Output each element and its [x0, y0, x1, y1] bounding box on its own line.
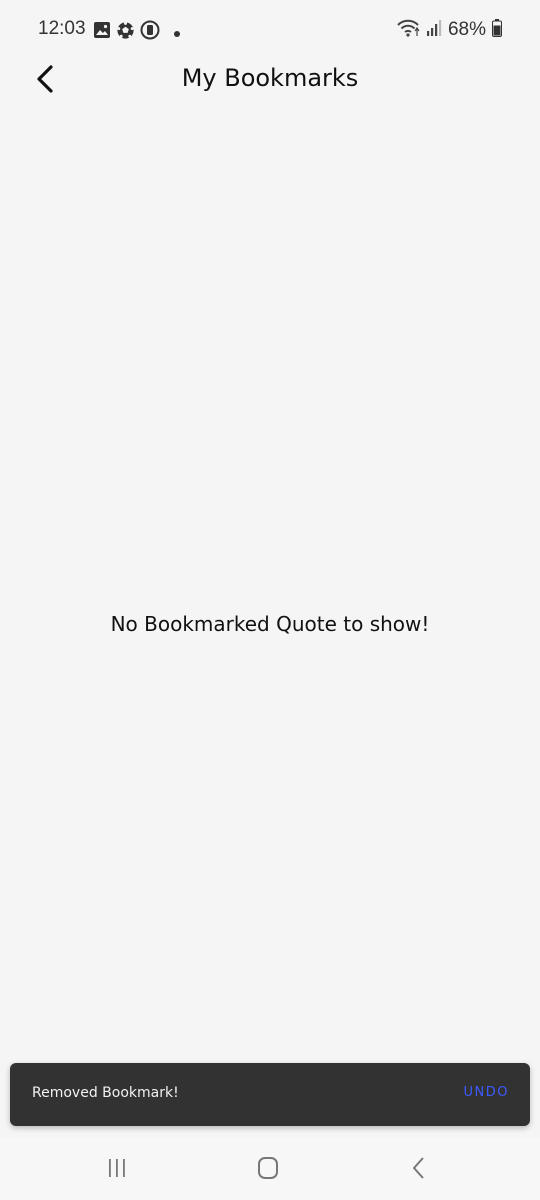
- status-icons-right: 68%: [396, 18, 502, 42]
- home-button[interactable]: [253, 1156, 283, 1184]
- record-icon: [140, 20, 160, 44]
- system-back-button[interactable]: [404, 1156, 434, 1184]
- recent-apps-icon: [105, 1157, 129, 1183]
- status-icons-left: [93, 20, 181, 44]
- snackbar: Removed Bookmark! UNDO: [10, 1063, 530, 1126]
- app-bar: My Bookmarks: [0, 52, 540, 108]
- wifi-icon: [396, 18, 420, 42]
- status-bar: 12:03 68%: [0, 0, 540, 60]
- page-title: My Bookmarks: [181, 64, 359, 92]
- signal-icon: [426, 19, 442, 41]
- soccer-ball-icon: [116, 21, 135, 44]
- back-icon: [408, 1156, 430, 1184]
- battery-icon: [492, 19, 502, 41]
- snackbar-message: Removed Bookmark!: [32, 1085, 179, 1101]
- navigation-bar: [0, 1138, 540, 1200]
- dot-icon: [173, 23, 181, 42]
- home-icon: [255, 1156, 281, 1184]
- status-time: 12:03: [38, 18, 86, 39]
- empty-state-message: No Bookmarked Quote to show!: [110, 612, 430, 636]
- recent-apps-button[interactable]: [102, 1156, 132, 1184]
- gallery-icon: [93, 21, 111, 43]
- undo-button[interactable]: UNDO: [464, 1085, 509, 1100]
- battery-percent: 68%: [447, 19, 486, 40]
